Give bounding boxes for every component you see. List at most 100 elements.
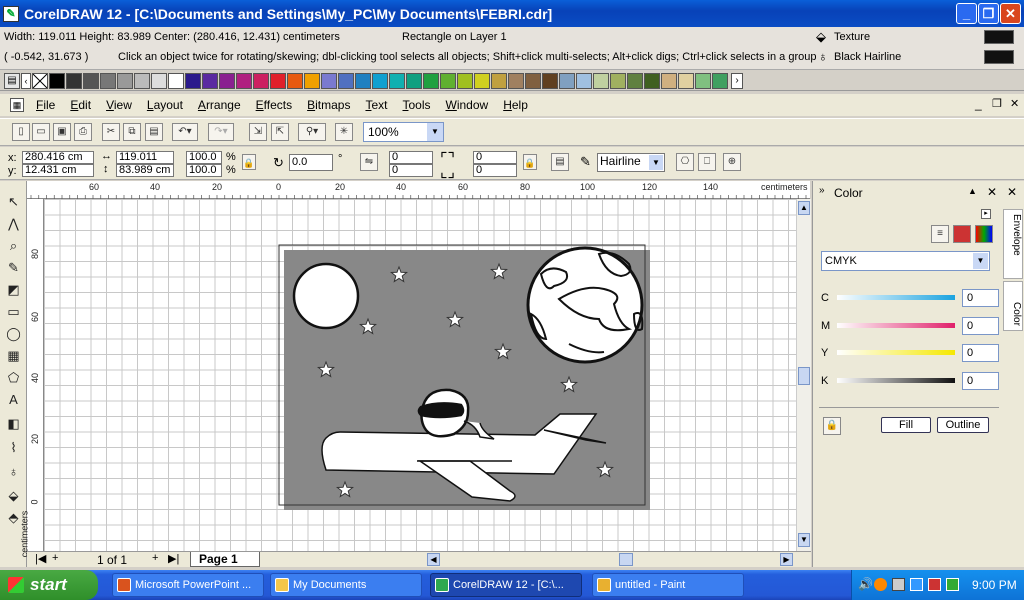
mirror-icon[interactable]: ⇋ [360,153,378,171]
palette-swatch[interactable] [321,72,337,89]
start-button[interactable]: start [0,570,98,600]
document-icon[interactable]: ▦ [10,98,24,112]
auto-apply-lock-icon[interactable]: 🔒 [823,417,841,435]
palette-swatch[interactable] [287,72,303,89]
no-color-swatch[interactable] [32,72,48,89]
palette-swatch[interactable] [202,72,218,89]
scale-x-field[interactable]: 100.0 [186,151,222,164]
tray-app-icon[interactable] [874,578,887,591]
shape-tool-icon[interactable]: ⋀ [3,213,24,234]
tray-monitor-icon[interactable] [910,578,923,591]
zoom-tool-icon[interactable]: ⌕ [3,235,24,256]
palette-swatch[interactable] [219,72,235,89]
palette-swatch[interactable] [372,72,388,89]
palette-swatch[interactable] [712,72,728,89]
new-document-icon[interactable]: ▯ [12,123,30,141]
application-launcher-icon[interactable]: ⚲▾ [298,123,326,141]
rotation-angle-field[interactable]: 0.0 [289,154,333,171]
palette-scroll-right-icon[interactable]: › [731,72,743,89]
graph-paper-tool-icon[interactable]: ▦ [3,345,24,366]
corner-radius-1-field[interactable]: 0 [389,151,433,164]
menu-effects[interactable]: Effects [256,98,292,112]
palette-swatch[interactable] [457,72,473,89]
palette-swatch[interactable] [695,72,711,89]
docker-menu-icon[interactable]: ▲ [968,186,977,196]
palette-swatch[interactable] [270,72,286,89]
network-icon[interactable] [892,578,905,591]
cyan-value[interactable]: 0 [962,289,999,307]
palette-swatch[interactable] [151,72,167,89]
palette-swatch[interactable] [610,72,626,89]
color-model-select[interactable]: CMYK ▼ [821,251,990,271]
scroll-right-icon[interactable]: ▶ [780,553,793,566]
palette-swatch[interactable] [134,72,150,89]
corel-online-icon[interactable]: ✳ [335,123,353,141]
zoom-level-select[interactable]: 100% ▼ [363,122,444,142]
freehand-tool-icon[interactable]: ✎ [3,257,24,278]
scroll-left-icon[interactable]: ◀ [427,553,440,566]
text-tool-icon[interactable]: A [3,389,24,410]
cyan-slider[interactable] [837,295,955,300]
black-value[interactable]: 0 [962,372,999,390]
pick-tool-icon[interactable]: ↖ [3,191,24,212]
color-palettes-icon[interactable] [975,225,993,243]
doc-close-button[interactable]: ✕ [1010,97,1019,110]
outline-color-swatch[interactable] [984,50,1014,64]
tab-color[interactable]: Color [1003,281,1023,331]
prev-page-icon[interactable]: + [52,552,58,564]
menu-tools[interactable]: Tools [402,98,430,112]
vertical-scrollbar[interactable]: ▲ ▼ [796,199,811,551]
palette-swatch[interactable] [66,72,82,89]
open-icon[interactable]: ▭ [32,123,50,141]
palette-swatch[interactable] [406,72,422,89]
last-page-icon[interactable]: ▶| [168,552,179,565]
minimize-button[interactable]: _ [956,3,977,24]
docker-collapse-icon[interactable]: » [819,185,825,196]
task-coreldraw[interactable]: CorelDRAW 12 - [C:\... [430,573,582,597]
palette-swatch[interactable] [355,72,371,89]
palette-swatch[interactable] [627,72,643,89]
width-field[interactable]: 119.011 cm [116,151,174,164]
scale-y-field[interactable]: 100.0 [186,164,222,177]
task-powerpoint[interactable]: Microsoft PowerPoint ... [112,573,264,597]
eyedropper-tool-icon[interactable]: ⌇ [3,437,24,458]
menu-bitmaps[interactable]: Bitmaps [307,98,350,112]
volume-icon[interactable]: 🔊 [858,577,873,591]
palette-menu-icon[interactable]: ▤ [4,72,20,89]
menu-edit[interactable]: Edit [70,98,91,112]
coreldraw-app-icon[interactable]: ✎ [3,5,19,22]
wrap-paragraph-icon[interactable]: ▤ [551,153,569,171]
menu-text[interactable]: Text [365,98,387,112]
redo-icon[interactable]: ↷▾ [208,123,234,141]
palette-swatch[interactable] [576,72,592,89]
docker-options-icon[interactable]: ▸ [981,209,991,219]
palette-swatch[interactable] [678,72,694,89]
lock-ratio-icon[interactable]: 🔒 [242,154,256,170]
doc-restore-button[interactable]: ❐ [992,97,1002,110]
moon-circle[interactable] [292,262,360,330]
corner-radius-3-field[interactable]: 0 [473,151,517,164]
basic-shapes-tool-icon[interactable]: ⬠ [3,367,24,388]
rectangle-tool-icon[interactable]: ▭ [3,301,24,322]
fill-tool-icon[interactable]: ⬙ [3,485,24,506]
drawing-canvas[interactable] [44,199,796,551]
round-corners-lock-icon[interactable]: 🔒 [523,154,537,170]
cut-icon[interactable]: ✂ [102,123,120,141]
outline-tool-icon[interactable]: ♁ [3,461,24,482]
palette-scroll-left-icon[interactable]: ‹ [21,72,31,89]
paste-icon[interactable]: ▤ [145,123,163,141]
page-tab[interactable]: Page 1 [190,552,260,567]
palette-swatch[interactable] [508,72,524,89]
fill-button[interactable]: Fill [881,417,931,433]
first-page-icon[interactable]: |◀ [35,552,46,565]
doc-minimize-button[interactable]: _ [975,97,982,111]
height-field[interactable]: 83.989 cm [116,164,174,177]
ellipse-tool-icon[interactable]: ◯ [3,323,24,344]
yellow-value[interactable]: 0 [962,344,999,362]
palette-swatch[interactable] [423,72,439,89]
magenta-value[interactable]: 0 [962,317,999,335]
vertical-ruler[interactable]: 80 60 40 20 0 centimeters [19,199,44,557]
scroll-thumb[interactable] [798,367,810,385]
tab-envelope[interactable]: Envelope [1003,209,1023,279]
menu-layout[interactable]: Layout [147,98,183,112]
